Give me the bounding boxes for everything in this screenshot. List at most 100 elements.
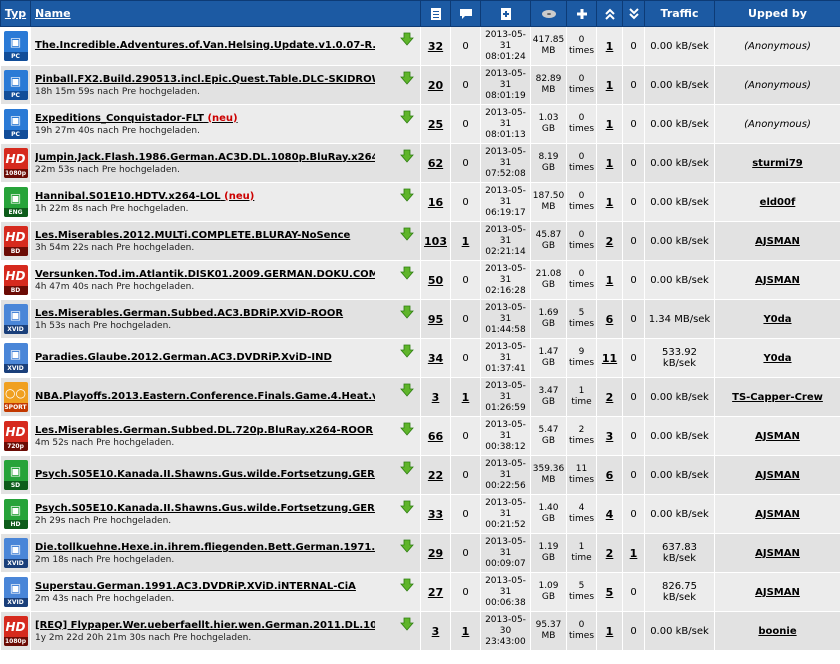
- uploader[interactable]: AJSMAN: [714, 221, 840, 261]
- seeders-link[interactable]: 1: [596, 260, 623, 300]
- download-arrow-icon[interactable]: [400, 539, 414, 553]
- seeders-link[interactable]: 3: [596, 416, 623, 456]
- torrent-name-link[interactable]: Superstau.German.1991.AC3.DVDRiP.XViD.iN…: [35, 581, 375, 592]
- torrent-name-text[interactable]: [REQ] Flypaper.Wer.ueberfaellt.hier.wen.…: [35, 620, 375, 631]
- files-count-link[interactable]: 95: [420, 299, 451, 339]
- category-cell[interactable]: HD 1080p: [0, 611, 31, 651]
- category-cell[interactable]: ▣ PC: [0, 26, 31, 66]
- plus-icon[interactable]: [576, 8, 588, 20]
- download-arrow-icon[interactable]: [400, 305, 414, 319]
- header-name[interactable]: Name: [30, 0, 421, 27]
- files-count-link[interactable]: 34: [420, 338, 451, 378]
- torrent-name-text[interactable]: Pinball.FX2.Build.290513.incl.Epic.Quest…: [35, 74, 375, 85]
- category-sd-icon[interactable]: ▣ HD: [3, 499, 28, 529]
- uploader[interactable]: sturmi79: [714, 143, 840, 183]
- header-completed[interactable]: [566, 0, 597, 27]
- download-arrow-icon[interactable]: [400, 383, 414, 397]
- torrent-name-link[interactable]: The.Incredible.Adventures.of.Van.Helsing…: [35, 40, 375, 51]
- torrent-name-text[interactable]: Die.tollkuehne.Hexe.in.ihrem.fliegenden.…: [35, 542, 375, 553]
- torrent-name-text[interactable]: Psych.S05E10.Kanada.II.Shawns.Gus.wilde.…: [35, 469, 375, 480]
- header-typ[interactable]: Typ: [0, 0, 31, 27]
- category-cell[interactable]: ▣ PC: [0, 104, 31, 144]
- seeders-link[interactable]: 6: [596, 299, 623, 339]
- files-count-link[interactable]: 20: [420, 65, 451, 105]
- uploader[interactable]: AJSMAN: [714, 455, 840, 495]
- category-eng-icon[interactable]: ▣ ENG: [3, 187, 28, 217]
- category-cell[interactable]: HD BD: [0, 260, 31, 300]
- torrent-name-link[interactable]: Les.Miserables.German.Subbed.AC3.BDRiP.X…: [35, 308, 375, 319]
- download-arrow-icon[interactable]: [400, 227, 414, 241]
- category-cell[interactable]: ▣ XVID: [0, 338, 31, 378]
- category-cell[interactable]: ▣ XVID: [0, 299, 31, 339]
- files-count-link[interactable]: 32: [420, 26, 451, 66]
- download-arrow-icon[interactable]: [400, 32, 414, 46]
- uploader[interactable]: TS-Capper-Crew: [714, 377, 840, 417]
- torrent-name-link[interactable]: Hannibal.S01E10.HDTV.x264-LOL (neu): [35, 191, 375, 202]
- files-count-link[interactable]: 29: [420, 533, 451, 573]
- seeders-link[interactable]: 1: [596, 65, 623, 105]
- torrent-name-text[interactable]: Versunken.Tod.im.Atlantik.DISK01.2009.GE…: [35, 269, 375, 280]
- seeders-link[interactable]: 1: [596, 182, 623, 222]
- download-arrow-icon[interactable]: [400, 188, 414, 202]
- seeders-link[interactable]: 5: [596, 572, 623, 612]
- seeders-link[interactable]: 11: [596, 338, 623, 378]
- header-size[interactable]: [530, 0, 567, 27]
- download-arrow-icon[interactable]: [400, 110, 414, 124]
- seeders-link[interactable]: 4: [596, 494, 623, 534]
- seeders-link[interactable]: 2: [596, 221, 623, 261]
- files-count-link[interactable]: 62: [420, 143, 451, 183]
- category-xvid-icon[interactable]: ▣ XVID: [3, 304, 28, 334]
- torrent-name-text[interactable]: Expeditions_Conquistador-FLT: [35, 113, 204, 124]
- torrent-name-text[interactable]: Hannibal.S01E10.HDTV.x264-LOL: [35, 191, 221, 202]
- uploader[interactable]: AJSMAN: [714, 572, 840, 612]
- category-hd-icon[interactable]: HD 1080p: [3, 616, 28, 646]
- header-comments[interactable]: [450, 0, 481, 27]
- files-icon[interactable]: [430, 7, 442, 21]
- download-arrow-icon[interactable]: [400, 344, 414, 358]
- torrent-name-text[interactable]: Les.Miserables.2012.MULTi.COMPLETE.BLURA…: [35, 230, 350, 241]
- torrent-name-text[interactable]: The.Incredible.Adventures.of.Van.Helsing…: [35, 40, 375, 51]
- sort-typ-link[interactable]: Typ: [5, 7, 26, 20]
- torrent-name-text[interactable]: Les.Miserables.German.Subbed.AC3.BDRiP.X…: [35, 308, 343, 319]
- category-hd-icon[interactable]: HD BD: [3, 226, 28, 256]
- torrent-name-text[interactable]: Jumpin.Jack.Flash.1986.German.AC3D.DL.10…: [35, 152, 375, 163]
- torrent-name-link[interactable]: Jumpin.Jack.Flash.1986.German.AC3D.DL.10…: [35, 152, 375, 163]
- torrent-name-link[interactable]: Pinball.FX2.Build.290513.incl.Epic.Quest…: [35, 74, 375, 85]
- header-seeders[interactable]: [596, 0, 623, 27]
- torrent-name-link[interactable]: Les.Miserables.2012.MULTi.COMPLETE.BLURA…: [35, 230, 375, 241]
- download-arrow-icon[interactable]: [400, 266, 414, 280]
- download-arrow-icon[interactable]: [400, 617, 414, 631]
- category-sport-icon[interactable]: ○○ SPORT: [3, 382, 28, 412]
- header-upped-by[interactable]: Upped by: [714, 0, 840, 27]
- download-arrow-icon[interactable]: [400, 149, 414, 163]
- torrent-name-link[interactable]: Paradies.Glaube.2012.German.AC3.DVDRiP.X…: [35, 352, 375, 363]
- download-arrow-icon[interactable]: [400, 461, 414, 475]
- torrent-name-link[interactable]: Les.Miserables.German.Subbed.DL.720p.Blu…: [35, 425, 375, 436]
- torrent-name-text[interactable]: NBA.Playoffs.2013.Eastern.Conference.Fin…: [35, 391, 375, 402]
- header-leechers[interactable]: [622, 0, 645, 27]
- torrent-name-link[interactable]: NBA.Playoffs.2013.Eastern.Conference.Fin…: [35, 391, 375, 402]
- files-count-link[interactable]: 25: [420, 104, 451, 144]
- files-count-link[interactable]: 103: [420, 221, 451, 261]
- category-sd-icon[interactable]: ▣ SD: [3, 460, 28, 490]
- category-hd-icon[interactable]: HD 1080p: [3, 148, 28, 178]
- seeders-link[interactable]: 1: [596, 611, 623, 651]
- uploader[interactable]: Y0da: [714, 299, 840, 339]
- header-traffic[interactable]: Traffic: [644, 0, 715, 27]
- download-arrow-icon[interactable]: [400, 578, 414, 592]
- uploader[interactable]: AJSMAN: [714, 533, 840, 573]
- category-hd-icon[interactable]: HD 720p: [3, 421, 28, 451]
- torrent-name-text[interactable]: Les.Miserables.German.Subbed.DL.720p.Blu…: [35, 425, 373, 436]
- leechers-count[interactable]: 1: [622, 533, 645, 573]
- category-xvid-icon[interactable]: ▣ XVID: [3, 577, 28, 607]
- category-cell[interactable]: HD BD: [0, 221, 31, 261]
- leechers-down-icon[interactable]: [628, 8, 639, 20]
- comments-count[interactable]: 1: [450, 611, 481, 651]
- comments-icon[interactable]: [459, 8, 473, 20]
- date-added-icon[interactable]: [500, 7, 512, 21]
- uploader[interactable]: AJSMAN: [714, 260, 840, 300]
- header-files[interactable]: [420, 0, 451, 27]
- torrent-name-link[interactable]: Psych.S05E10.Kanada.II.Shawns.Gus.wilde.…: [35, 503, 375, 514]
- category-cell[interactable]: ○○ SPORT: [0, 377, 31, 417]
- category-cell[interactable]: ▣ HD: [0, 494, 31, 534]
